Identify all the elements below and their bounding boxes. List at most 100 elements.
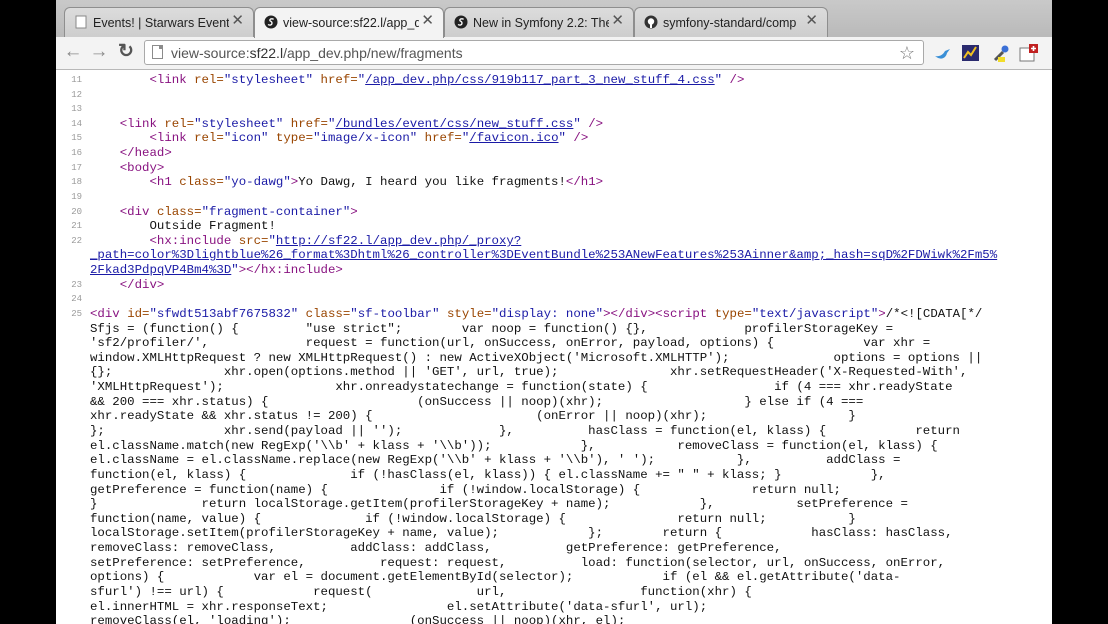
line-number: 18 — [71, 177, 82, 187]
source-token: href= — [283, 117, 328, 131]
bird-extension-icon[interactable] — [932, 42, 954, 64]
source-token: } return localStorage.getItem(profilerSt… — [90, 497, 908, 511]
source-token: ></div><script — [603, 307, 715, 321]
source-line: 24 — [56, 292, 1052, 307]
url-prefix: view-source: — [171, 45, 250, 61]
line-number: 21 — [71, 221, 82, 231]
source-token — [90, 73, 150, 87]
source-link[interactable]: /bundles/event/css/new_stuff.css — [335, 117, 573, 131]
source-token: style= — [439, 307, 492, 321]
tab-events[interactable]: Events! | Starwars Events ✕ — [64, 7, 254, 38]
source-line: 20 <div class="fragment-container"> — [56, 205, 1052, 220]
source-token: /*<![CDATA[*/ — [885, 307, 983, 321]
line-code: el.innerHTML = xhr.responseText; el.setA… — [90, 600, 707, 615]
source-line: && 200 === xhr.status) { (onSuccess || n… — [56, 395, 1052, 410]
url-path: /app_dev.php/new/fragments — [283, 45, 463, 61]
source-line: _path=color%3Dlightblue%26_format%3Dhtml… — [56, 248, 1052, 263]
source-line: xhr.readyState && xhr.status != 200) { (… — [56, 409, 1052, 424]
source-line: } return localStorage.getItem(profilerSt… — [56, 497, 1052, 512]
line-number: 12 — [71, 90, 82, 100]
source-token — [90, 146, 120, 160]
source-token: class= — [156, 205, 202, 219]
source-token: "display: none" — [491, 307, 604, 321]
source-token: /> — [722, 73, 745, 87]
line-code: }; xhr.send(payload || ''); }, hasClass … — [90, 424, 960, 439]
dropper-extension-icon[interactable] — [990, 42, 1012, 64]
tab-title: Events! | Starwars Events — [93, 16, 229, 30]
source-token: <link — [149, 131, 195, 145]
close-icon[interactable]: ✕ — [231, 13, 244, 29]
source-link[interactable]: /app_dev.php/css/919b117_part_3_new_stuf… — [365, 73, 714, 87]
source-token: window.XMLHttpRequest ? new XMLHttpReque… — [90, 351, 983, 365]
source-line: 2Fkad3PdpqVP4Bm4%3D"></hx:include> — [56, 263, 1052, 278]
line-code: function(el, klass) { if (!hasClass(el, … — [90, 468, 886, 483]
line-number: 14 — [71, 119, 82, 129]
close-icon[interactable]: ✕ — [611, 13, 624, 29]
source-token: class= — [298, 307, 351, 321]
source-line: 14 <link rel="stylesheet" href= "/bundles… — [56, 117, 1052, 132]
line-code: {}; xhr.open(options.method || 'GET', ur… — [90, 365, 967, 380]
tab-title: symfony-standard/comp — [663, 16, 797, 30]
source-line: el.className = el.className.replace(new … — [56, 453, 1052, 468]
source-token: Outside Fragment! — [90, 219, 276, 233]
line-number: 19 — [71, 192, 82, 202]
close-icon[interactable]: ✕ — [805, 13, 818, 29]
source-link[interactable]: http://sf22.l/app_dev.php/_proxy? — [276, 234, 521, 248]
line-number: 11 — [71, 75, 82, 85]
bookmark-star-icon[interactable]: ☆ — [899, 42, 915, 64]
close-icon[interactable]: ✕ — [421, 13, 434, 29]
line-code: <div class="fragment-container"> — [90, 205, 358, 220]
source-line: getPreference = function(name) { if (!wi… — [56, 483, 1052, 498]
source-token: sfurl') !== url) { request( url, functio… — [90, 585, 752, 599]
source-token: </head> — [119, 146, 172, 160]
source-token: href= — [417, 131, 462, 145]
source-line: 12 — [56, 88, 1052, 103]
tab-strip: Events! | Starwars Events ✕ New in Symfo… — [56, 0, 1052, 38]
line-code: removeClass: removeClass, addClass: addC… — [90, 541, 782, 556]
source-line: options) { var el = document.getElementB… — [56, 570, 1052, 585]
tab-github-symfony-standard[interactable]: symfony-standard/comp ✕ — [634, 7, 828, 38]
source-token: <link — [149, 73, 195, 87]
line-code: el.className = el.className.replace(new … — [90, 453, 900, 468]
source-link[interactable]: /favicon.ico — [469, 131, 558, 145]
source-token — [90, 161, 120, 175]
source-token: el.className = el.className.replace(new … — [90, 453, 901, 467]
source-token: "yo-dawg" — [223, 175, 291, 189]
forward-button[interactable]: → — [87, 40, 111, 64]
reload-button[interactable]: ↻ — [114, 40, 138, 64]
source-line: 11 <link rel="stylesheet" href= "/app_dev… — [56, 73, 1052, 88]
github-icon — [644, 15, 658, 29]
source-token: 'XMLHttpRequest'); xhr.onreadystatechang… — [90, 380, 953, 394]
add-extension-icon[interactable] — [1018, 42, 1040, 64]
source-token: /> — [580, 117, 604, 131]
source-line: function(el, klass) { if (!hasClass(el, … — [56, 468, 1052, 483]
line-code: <link rel="stylesheet" href= "/app_dev.ph… — [90, 73, 745, 88]
source-token: "sf-toolbar" — [350, 307, 440, 321]
source-token — [90, 175, 150, 189]
tab-view-source[interactable]: view-source:sf22.l/app_d ✕ — [254, 7, 444, 38]
line-number: 17 — [71, 163, 82, 173]
source-line: 23 </div> — [56, 278, 1052, 293]
source-token: Yo Dawg, I heard you like fragments! — [298, 175, 566, 189]
source-token: </h1> — [565, 175, 604, 189]
source-token — [90, 205, 120, 219]
source-token: <body> — [119, 161, 165, 175]
source-token: Sfjs = (function() { "use strict"; var n… — [90, 322, 894, 336]
line-code: function(name, value) { if (!window.loca… — [90, 512, 856, 527]
back-button[interactable]: ← — [61, 40, 85, 64]
address-bar[interactable]: view-source:sf22.l/app_dev.php/new/fragm… — [144, 40, 924, 65]
source-token: href= — [313, 73, 358, 87]
url-text[interactable]: view-source:sf22.l/app_dev.php/new/fragm… — [171, 45, 463, 61]
source-token: ></hx:include> — [238, 263, 343, 277]
source-token — [90, 278, 120, 292]
line-code: Outside Fragment! — [90, 219, 276, 234]
source-token: xhr.readyState && xhr.status != 200) { (… — [90, 409, 856, 423]
symfony-icon — [264, 15, 278, 29]
source-line: 22 <hx:include src="http://sf22.l/app_de… — [56, 234, 1052, 249]
tab-new-in-symfony[interactable]: New in Symfony 2.2: The r ✕ — [444, 7, 634, 38]
source-link[interactable]: 2Fkad3PdpqVP4Bm4%3D — [90, 263, 231, 277]
source-token: rel= — [194, 131, 224, 145]
chart-extension-icon[interactable] — [960, 42, 982, 64]
line-number: 15 — [71, 133, 82, 143]
source-link[interactable]: _path=color%3Dlightblue%26_format%3Dhtml… — [90, 248, 997, 262]
